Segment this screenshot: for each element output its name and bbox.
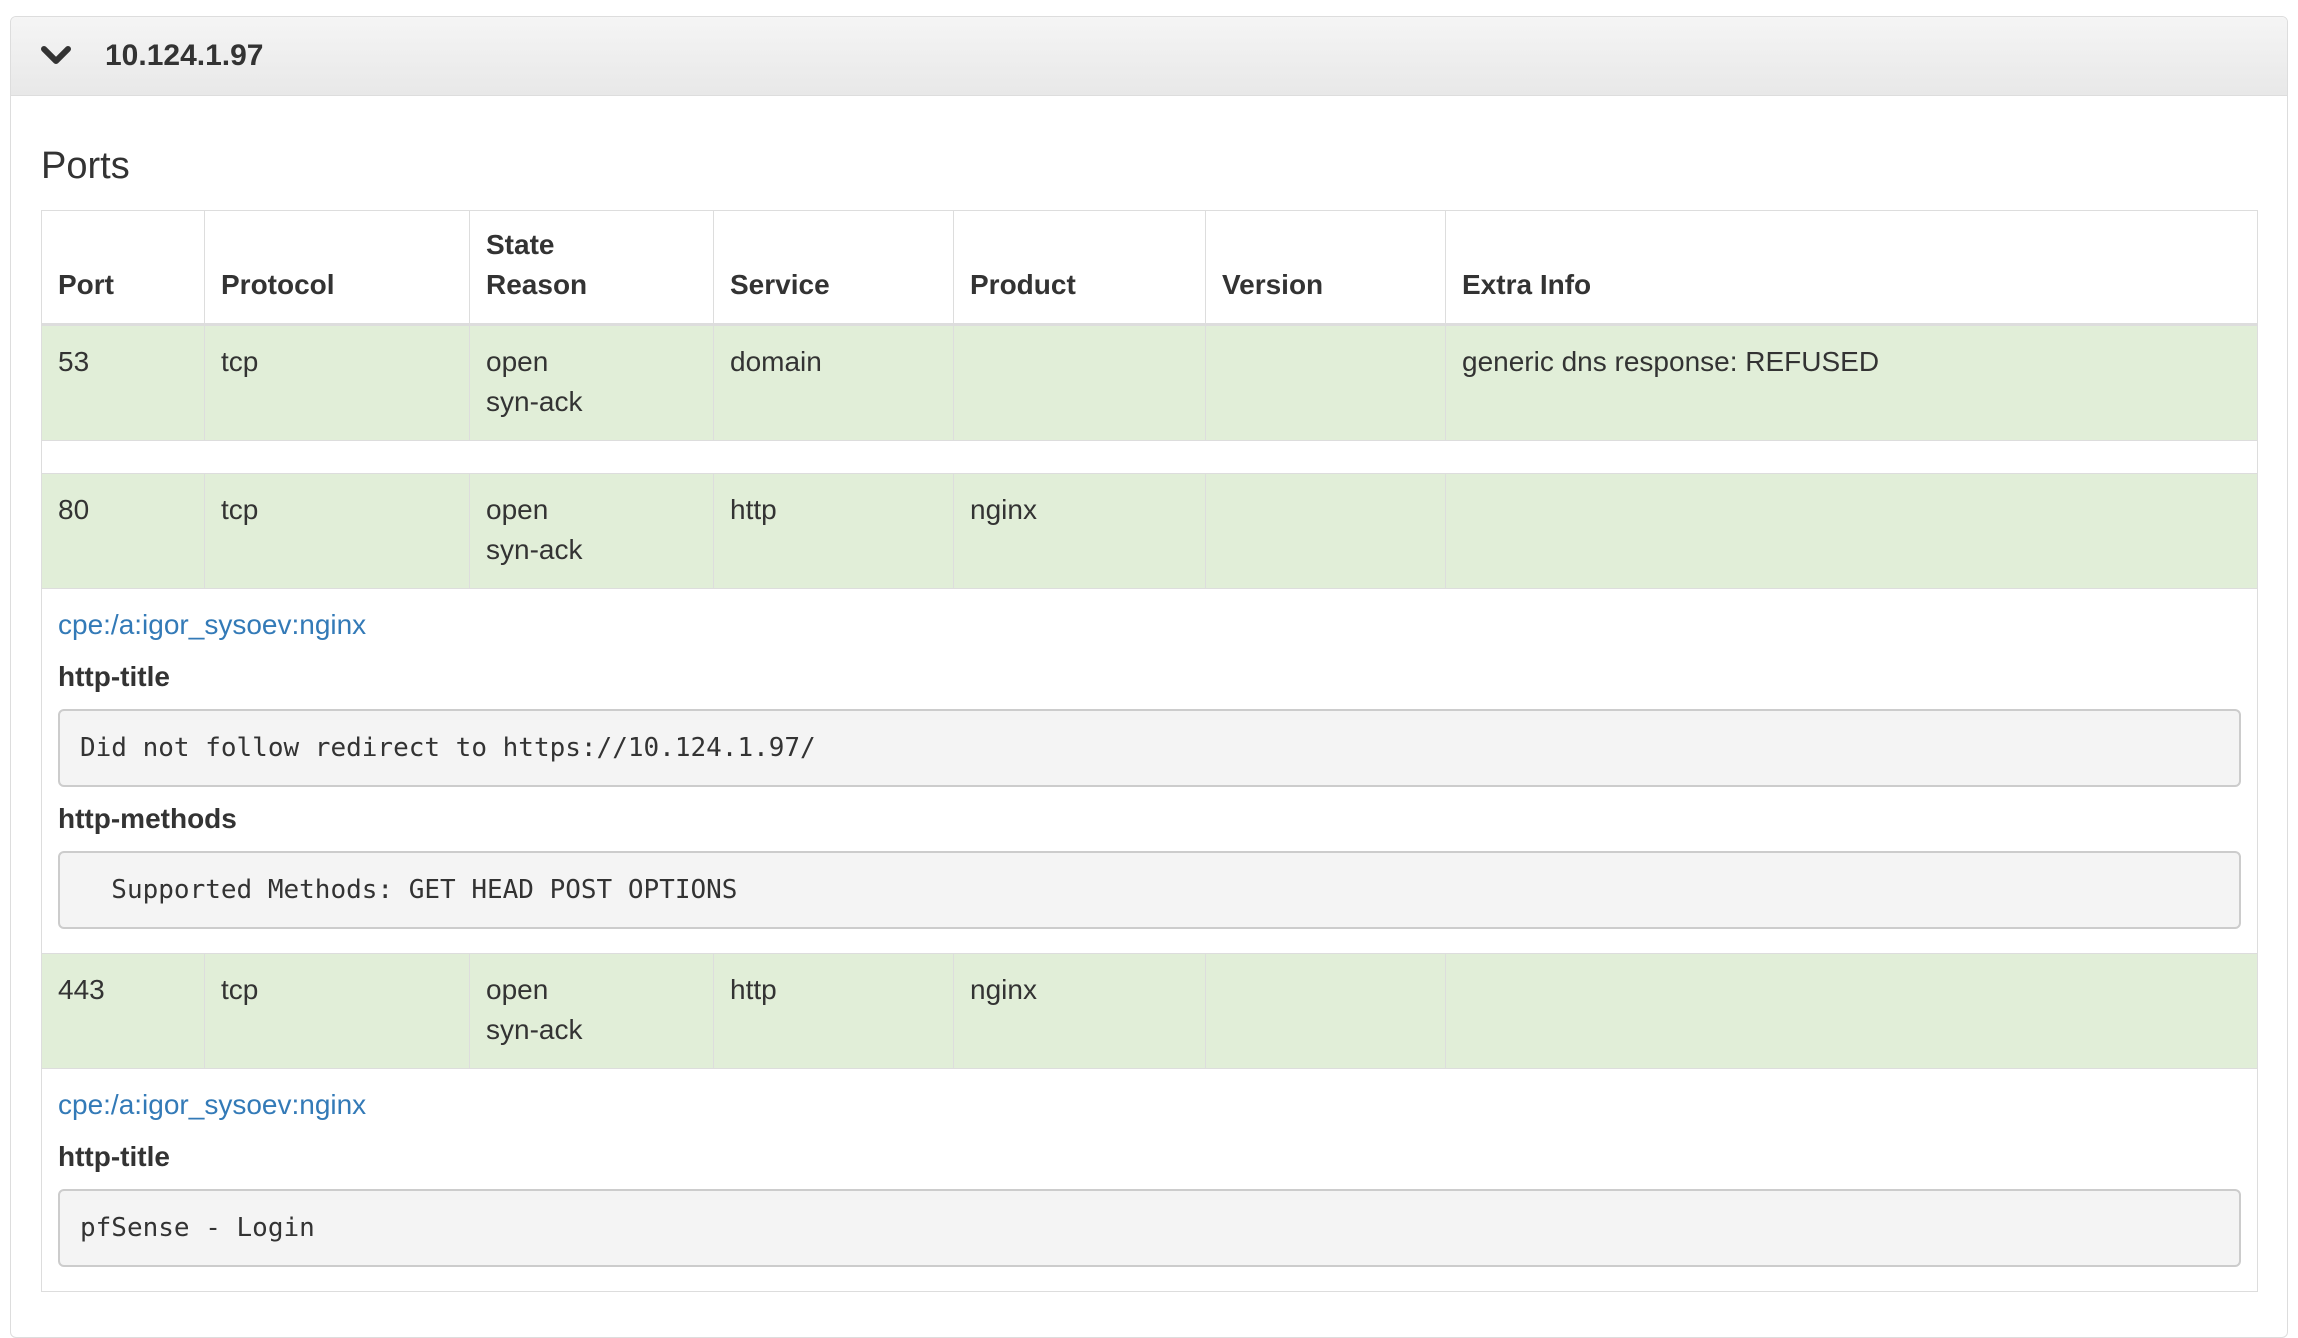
version-cell <box>1205 953 1446 1069</box>
protocol-cell: tcp <box>204 324 470 441</box>
port-cell: 53 <box>41 324 205 441</box>
host-panel: 10.124.1.97 Ports Port Protocol State Re… <box>10 16 2288 1338</box>
column-header-product[interactable]: Product <box>953 210 1206 326</box>
script-output: pfSense - Login <box>58 1189 2241 1267</box>
column-header-reason: Reason <box>486 269 588 300</box>
service-cell: http <box>713 473 954 589</box>
protocol-cell: tcp <box>204 473 470 589</box>
product-cell: nginx <box>953 953 1206 1069</box>
column-header-port[interactable]: Port <box>41 210 205 326</box>
port-detail-cell: cpe:/a:igor_sysoev:nginx http-title pfSe… <box>41 1068 2258 1292</box>
ports-heading: Ports <box>41 145 130 187</box>
product-cell <box>953 324 1206 441</box>
state-value: open <box>486 346 549 377</box>
chevron-down-icon[interactable] <box>41 45 85 67</box>
script-output: Did not follow redirect to https://10.12… <box>58 709 2241 787</box>
version-cell <box>1205 473 1446 589</box>
state-reason-cell: open syn-ack <box>469 324 714 441</box>
reason-value: syn-ack <box>486 534 583 565</box>
version-cell <box>1205 324 1446 441</box>
reason-value: syn-ack <box>486 1014 583 1045</box>
column-header-extra-info[interactable]: Extra Info <box>1445 210 2258 326</box>
extra-info-cell <box>1445 473 2258 589</box>
host-ip-title: 10.124.1.97 <box>105 39 264 72</box>
ports-table: Port Protocol State Reason Service Produ… <box>41 210 2258 1292</box>
column-header-state: State <box>486 229 555 260</box>
host-panel-body: Ports Port Protocol State Reason Service… <box>11 140 2287 1292</box>
state-reason-cell: open syn-ack <box>469 953 714 1069</box>
script-name: http-title <box>58 1141 170 1172</box>
state-reason-cell: open syn-ack <box>469 473 714 589</box>
protocol-cell: tcp <box>204 953 470 1069</box>
column-header-protocol[interactable]: Protocol <box>204 210 470 326</box>
cpe-link[interactable]: cpe:/a:igor_sysoev:nginx <box>58 1085 2241 1125</box>
service-cell: http <box>713 953 954 1069</box>
table-header-row: Port Protocol State Reason Service Produ… <box>41 210 2258 326</box>
port-cell: 80 <box>41 473 205 589</box>
host-panel-header[interactable]: 10.124.1.97 <box>11 17 2287 96</box>
script-name: http-methods <box>58 803 237 834</box>
port-cell: 443 <box>41 953 205 1069</box>
port-detail-cell: cpe:/a:igor_sysoev:nginx http-title Did … <box>41 588 2258 954</box>
table-spacer-row <box>41 440 2258 474</box>
extra-info-cell: generic dns response: REFUSED <box>1445 324 2258 441</box>
column-header-version[interactable]: Version <box>1205 210 1446 326</box>
state-value: open <box>486 974 549 1005</box>
port-detail-row: cpe:/a:igor_sysoev:nginx http-title pfSe… <box>41 1068 2258 1292</box>
extra-info-cell <box>1445 953 2258 1069</box>
port-detail-row: cpe:/a:igor_sysoev:nginx http-title Did … <box>41 588 2258 954</box>
script-output: Supported Methods: GET HEAD POST OPTIONS <box>58 851 2241 929</box>
table-row: 443 tcp open syn-ack http nginx <box>41 953 2258 1069</box>
table-row: 53 tcp open syn-ack domain generic dns r… <box>41 324 2258 441</box>
product-cell: nginx <box>953 473 1206 589</box>
reason-value: syn-ack <box>486 386 583 417</box>
cpe-link[interactable]: cpe:/a:igor_sysoev:nginx <box>58 605 2241 645</box>
column-header-state-reason[interactable]: State Reason <box>469 210 714 326</box>
column-header-service[interactable]: Service <box>713 210 954 326</box>
service-cell: domain <box>713 324 954 441</box>
state-value: open <box>486 494 549 525</box>
table-row: 80 tcp open syn-ack http nginx <box>41 473 2258 589</box>
spacer-cell <box>41 440 2258 474</box>
script-name: http-title <box>58 661 170 692</box>
